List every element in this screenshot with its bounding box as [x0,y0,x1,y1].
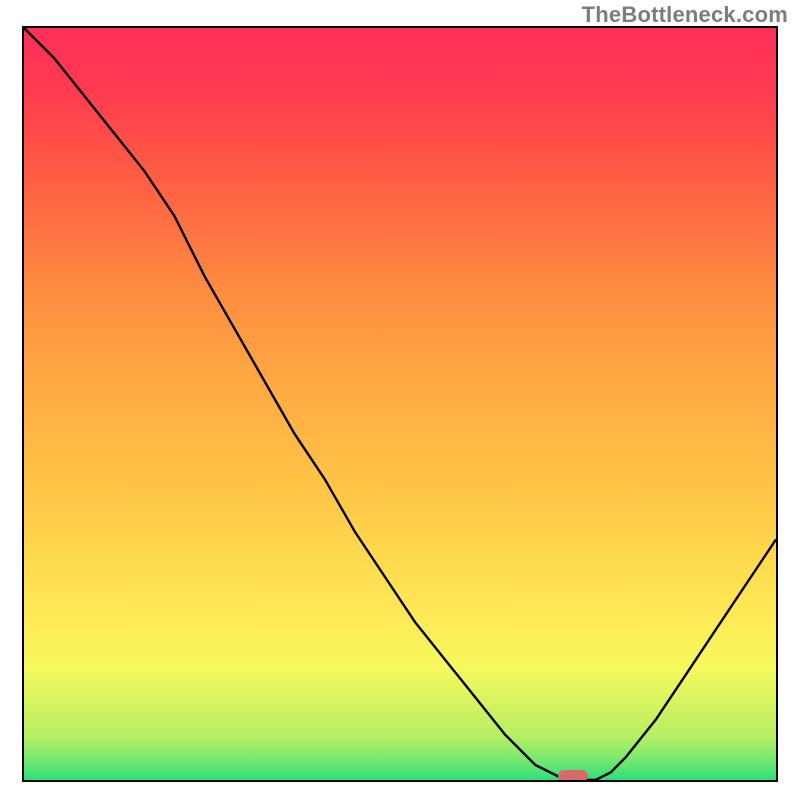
chart-container: TheBottleneck.com [0,0,800,800]
data-curve [24,28,776,780]
watermark-text: TheBottleneck.com [582,2,788,28]
optimum-marker [558,770,588,782]
plot-area [22,26,778,782]
